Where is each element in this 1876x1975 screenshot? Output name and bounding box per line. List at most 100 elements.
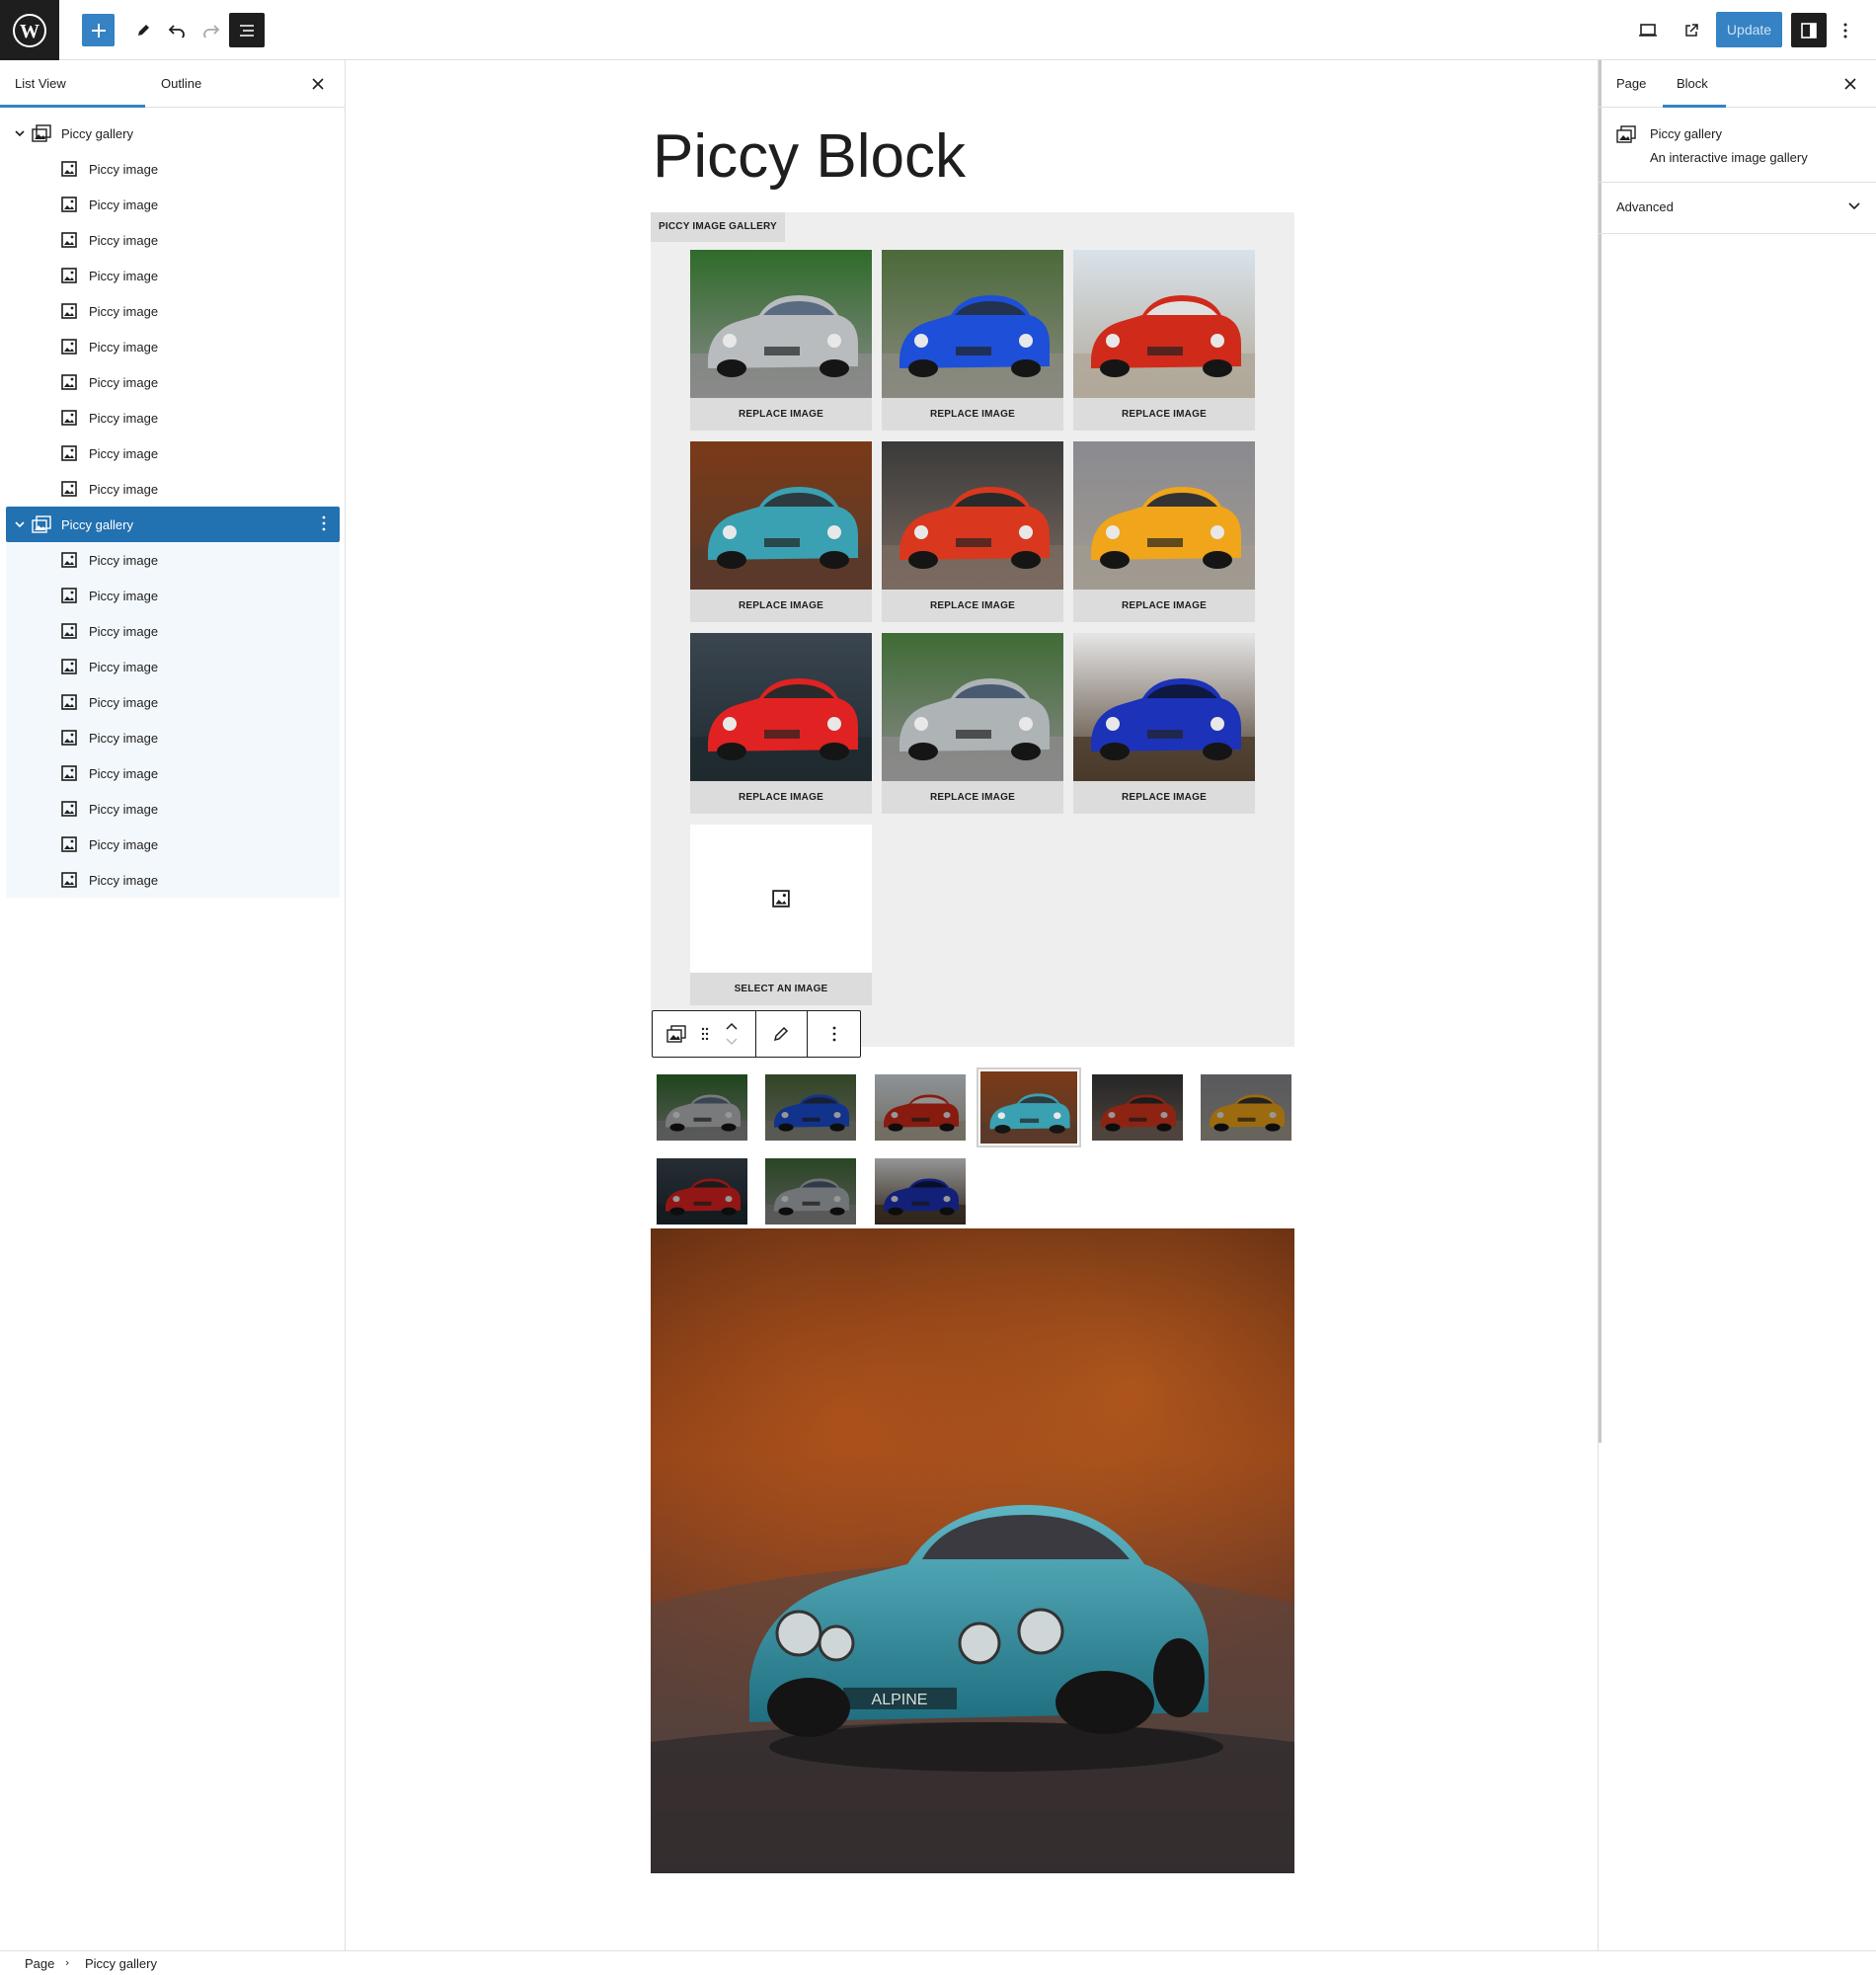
list-item-image[interactable]: Piccy image (6, 471, 340, 507)
list-item-image[interactable]: Piccy image (6, 720, 340, 755)
gallery-thumbnail[interactable] (657, 1158, 747, 1224)
select-image-button[interactable]: SELECT AN IMAGE (690, 973, 872, 1005)
gallery-tile-image[interactable] (882, 250, 1063, 398)
settings-panel-icon (1801, 22, 1817, 39)
gallery-tile-image[interactable] (1073, 633, 1255, 781)
page-title[interactable]: Piccy Block (653, 121, 966, 192)
list-item-image[interactable]: Piccy image (6, 542, 340, 578)
gallery-main-image[interactable]: ALPINE (651, 1228, 1294, 1873)
list-item-image[interactable]: Piccy image (6, 684, 340, 720)
gallery-tile-image[interactable] (690, 441, 872, 590)
block-type-button[interactable] (659, 1011, 694, 1057)
tab-block[interactable]: Block (1677, 60, 1708, 108)
gallery-tile: REPLACE IMAGE (882, 250, 1063, 431)
image-icon (61, 197, 77, 215)
image-icon (61, 659, 77, 677)
list-item-image[interactable]: Piccy image (6, 222, 340, 258)
image-icon (61, 268, 77, 286)
replace-image-button[interactable]: REPLACE IMAGE (882, 590, 1063, 622)
undo-button[interactable] (160, 14, 193, 46)
image-placeholder[interactable] (690, 825, 872, 973)
redo-button[interactable] (195, 14, 227, 46)
list-item-image[interactable]: Piccy image (6, 364, 340, 400)
list-item-image[interactable]: Piccy image (6, 329, 340, 364)
move-down-icon (726, 1038, 738, 1046)
gallery-tile-image[interactable] (882, 441, 1063, 590)
list-item-image[interactable]: Piccy image (6, 827, 340, 862)
image-icon (61, 623, 77, 642)
block-options-button[interactable] (808, 1011, 860, 1057)
gallery-tile-image[interactable] (1073, 441, 1255, 590)
piccy-gallery-block[interactable]: PICCY IMAGE GALLERY REPLACE IMAGE REPLAC… (651, 212, 1294, 1047)
replace-image-button[interactable]: REPLACE IMAGE (1073, 590, 1255, 622)
gallery-tile-image[interactable] (690, 633, 872, 781)
drag-handle-icon (701, 1027, 709, 1041)
breadcrumb-page[interactable]: Page (25, 1956, 54, 1971)
wordpress-logo-icon[interactable]: W (0, 0, 59, 60)
add-block-button[interactable] (82, 14, 115, 46)
list-item-image[interactable]: Piccy image (6, 400, 340, 435)
list-item-image[interactable]: Piccy image (6, 755, 340, 791)
gallery-tile-image[interactable] (882, 633, 1063, 781)
image-icon (61, 872, 77, 891)
gallery-thumbnail[interactable] (657, 1074, 747, 1141)
tab-list-view[interactable]: List View (15, 60, 66, 108)
gallery-thumbnail[interactable] (765, 1158, 856, 1224)
replace-image-button[interactable]: REPLACE IMAGE (690, 781, 872, 814)
chevron-down-icon[interactable] (14, 518, 26, 530)
list-item-label: Piccy image (89, 588, 159, 603)
tab-outline[interactable]: Outline (161, 60, 201, 108)
thumbnail-overlay (765, 1074, 856, 1141)
replace-image-button[interactable]: REPLACE IMAGE (1073, 398, 1255, 431)
list-item-image[interactable]: Piccy image (6, 613, 340, 649)
drag-handle[interactable] (696, 1011, 714, 1057)
edit-button[interactable] (756, 1011, 806, 1057)
replace-image-button[interactable]: REPLACE IMAGE (690, 398, 872, 431)
tab-page[interactable]: Page (1616, 60, 1646, 108)
more-options-icon[interactable] (322, 515, 326, 534)
replace-image-button[interactable]: REPLACE IMAGE (1073, 781, 1255, 814)
scrollbar[interactable] (1599, 60, 1602, 1443)
close-list-view-button[interactable] (306, 72, 330, 96)
tools-button[interactable] (126, 14, 159, 46)
list-item-image[interactable]: Piccy image (6, 862, 340, 898)
move-buttons[interactable] (718, 1011, 745, 1057)
gallery-thumbnail[interactable] (765, 1074, 856, 1141)
thumbnail-overlay (1201, 1074, 1291, 1141)
gallery-thumbnail[interactable] (875, 1158, 966, 1224)
image-icon (61, 694, 77, 713)
replace-image-button[interactable]: REPLACE IMAGE (882, 781, 1063, 814)
chevron-down-icon[interactable] (14, 127, 26, 139)
gallery-thumbnail[interactable] (875, 1074, 966, 1141)
list-item-image[interactable]: Piccy image (6, 435, 340, 471)
gallery-tile-image[interactable] (690, 250, 872, 398)
list-item-image[interactable]: Piccy image (6, 791, 340, 827)
view-button[interactable] (1631, 14, 1664, 46)
view-page-button[interactable] (1675, 14, 1707, 46)
settings-button[interactable] (1791, 13, 1827, 47)
list-item-image[interactable]: Piccy image (6, 151, 340, 187)
update-button[interactable]: Update (1716, 12, 1782, 47)
replace-image-button[interactable]: REPLACE IMAGE (690, 590, 872, 622)
list-item-gallery[interactable]: Piccy gallery (6, 507, 340, 542)
block-tree: Piccy gallery Piccy image Piccy image Pi… (6, 116, 340, 898)
gallery-thumbnail-active[interactable] (978, 1069, 1079, 1146)
list-item-label: Piccy image (89, 872, 159, 888)
gallery-thumbnail[interactable] (1092, 1074, 1183, 1141)
list-item-gallery[interactable]: Piccy gallery (6, 116, 340, 151)
gallery-thumbnail[interactable] (1201, 1074, 1291, 1141)
replace-image-button[interactable]: REPLACE IMAGE (882, 398, 1063, 431)
close-settings-button[interactable] (1838, 72, 1862, 96)
list-item-image[interactable]: Piccy image (6, 293, 340, 329)
list-item-image[interactable]: Piccy image (6, 187, 340, 222)
list-item-image[interactable]: Piccy image (6, 258, 340, 293)
block-description: An interactive image gallery (1650, 150, 1808, 165)
gallery-tile-image[interactable] (1073, 250, 1255, 398)
list-item-image[interactable]: Piccy image (6, 578, 340, 613)
document-overview-button[interactable] (229, 13, 265, 47)
advanced-panel-toggle[interactable]: Advanced (1599, 183, 1876, 234)
editor-canvas: Piccy Block PICCY IMAGE GALLERY REPLACE … (347, 60, 1598, 1950)
image-icon (61, 836, 77, 855)
list-item-image[interactable]: Piccy image (6, 649, 340, 684)
options-button[interactable] (1833, 14, 1858, 46)
